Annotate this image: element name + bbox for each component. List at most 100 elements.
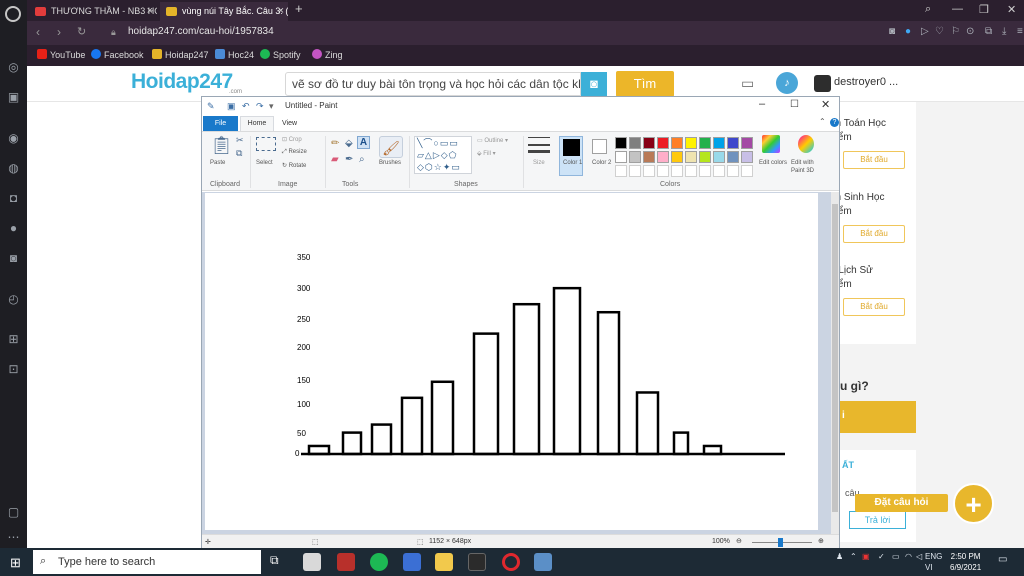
- more-icon[interactable]: ⋯: [6, 530, 21, 545]
- custom-swatch[interactable]: [685, 165, 697, 177]
- palette-swatch[interactable]: [727, 151, 739, 163]
- help-icon[interactable]: ?: [830, 118, 839, 127]
- send-icon[interactable]: ▷: [921, 26, 929, 37]
- palette-swatch[interactable]: [629, 137, 641, 149]
- browser-tab-active[interactable]: vùng núi Tây Bắc. Câu 3: (3 ×: [160, 2, 288, 21]
- history-icon[interactable]: ◴: [6, 292, 21, 307]
- restore-icon[interactable]: ❐: [979, 3, 989, 16]
- custom-swatch[interactable]: [629, 165, 641, 177]
- size-button[interactable]: Size: [533, 160, 545, 166]
- fill-button[interactable]: ⬙ Fill ▾: [477, 150, 496, 157]
- opera-taskbar-icon[interactable]: [502, 553, 520, 571]
- heart-icon[interactable]: ♡: [935, 26, 944, 37]
- bell-icon[interactable]: ♪: [776, 72, 798, 94]
- instagram-icon[interactable]: ◘: [6, 191, 21, 206]
- camera-search-icon[interactable]: ◙: [581, 72, 607, 96]
- palette-swatch[interactable]: [643, 151, 655, 163]
- bookmark-facebook[interactable]: Facebook: [91, 49, 144, 60]
- drawing-canvas[interactable]: 350 300 250 200 150 100 50 0: [205, 193, 818, 530]
- tab-home[interactable]: Home: [240, 116, 274, 131]
- sidebar-settings-icon[interactable]: ▢: [6, 505, 21, 520]
- palette-swatch[interactable]: [685, 137, 697, 149]
- palette-swatch[interactable]: [699, 151, 711, 163]
- volume-icon[interactable]: ◁: [916, 552, 922, 561]
- wallet-icon[interactable]: ▣: [6, 90, 21, 105]
- maximize-icon[interactable]: ☐: [790, 99, 799, 110]
- bookmark-zing[interactable]: Zing: [312, 49, 343, 60]
- crop-button[interactable]: ⊡ Crop: [282, 136, 302, 143]
- messenger-icon[interactable]: ◉: [6, 131, 21, 146]
- palette-swatch[interactable]: [741, 151, 753, 163]
- bookmark-icon[interactable]: ⚐: [951, 26, 960, 37]
- search-tabs-icon[interactable]: ⌕: [925, 3, 931, 16]
- twitter-icon[interactable]: ●: [6, 221, 21, 236]
- forward-icon[interactable]: ›: [57, 25, 61, 39]
- bookmark-spotify[interactable]: Spotify: [260, 49, 301, 60]
- start-button[interactable]: Bắt đầu: [843, 225, 905, 243]
- palette-swatch[interactable]: [713, 151, 725, 163]
- close-icon[interactable]: ×: [278, 2, 284, 21]
- site-logo[interactable]: Hoidap247: [131, 70, 233, 94]
- reload-icon[interactable]: ↻: [77, 25, 86, 38]
- palette-swatch[interactable]: [657, 151, 669, 163]
- camera-icon[interactable]: ◙: [889, 26, 895, 37]
- close-window-icon[interactable]: ✕: [1007, 3, 1016, 16]
- people-icon[interactable]: ♟: [836, 552, 843, 561]
- extensions-icon[interactable]: ⊞: [6, 332, 21, 347]
- username[interactable]: destroyer0 ...: [834, 76, 898, 88]
- tray-chevron-icon[interactable]: ⌃: [850, 552, 857, 561]
- start-button[interactable]: Bắt đầu: [843, 151, 905, 169]
- close-window-icon[interactable]: ✕: [821, 98, 830, 111]
- shield-icon[interactable]: ●: [905, 26, 911, 37]
- downloads-icon[interactable]: ⊡: [6, 362, 21, 377]
- start-button[interactable]: Bắt đầu: [843, 298, 905, 316]
- pencil-icon[interactable]: ✏: [331, 138, 339, 149]
- paint3d-icon[interactable]: [798, 135, 814, 153]
- color-picker-icon[interactable]: ✒: [345, 154, 353, 165]
- zoom-slider-thumb[interactable]: [778, 538, 783, 547]
- chat-icon[interactable]: ▭: [741, 75, 754, 92]
- save-icon[interactable]: ▣: [227, 101, 236, 112]
- resize-button[interactable]: ⤢ Resize: [282, 149, 307, 156]
- customize-quick-access-icon[interactable]: ▾: [269, 101, 274, 112]
- wifi-icon[interactable]: ◠: [905, 552, 912, 561]
- notification-icon[interactable]: ▭: [998, 554, 1007, 565]
- zoom-in-icon[interactable]: ⊕: [818, 537, 824, 545]
- download-icon[interactable]: ⤓: [1002, 26, 1006, 37]
- new-tab-button[interactable]: +: [295, 1, 303, 16]
- check-icon[interactable]: ✓: [878, 552, 885, 561]
- outline-button[interactable]: ▭ Outline ▾: [477, 137, 508, 144]
- minimize-icon[interactable]: –: [759, 98, 765, 110]
- language-indicator[interactable]: ENG VI: [925, 551, 942, 573]
- edit-paint3d-button[interactable]: Edit with Paint 3D: [791, 159, 823, 175]
- file-explorer-icon[interactable]: [435, 553, 453, 571]
- extensions-icon[interactable]: ⧉: [985, 26, 992, 37]
- custom-swatch[interactable]: [657, 165, 669, 177]
- undo-icon[interactable]: ↶: [242, 101, 250, 112]
- antivirus-icon[interactable]: ▣: [862, 552, 870, 561]
- task-view-icon[interactable]: ⧉: [270, 553, 288, 571]
- palette-swatch[interactable]: [699, 137, 711, 149]
- select-icon[interactable]: [256, 137, 276, 151]
- opera-logo-icon[interactable]: [5, 6, 21, 22]
- menu-icon[interactable]: ≡: [1017, 26, 1023, 37]
- paste-button[interactable]: Paste: [210, 160, 225, 166]
- custom-swatch[interactable]: [727, 165, 739, 177]
- close-icon[interactable]: ×: [147, 2, 153, 21]
- color2-button[interactable]: [592, 139, 607, 154]
- bookmark-youtube[interactable]: YouTube: [37, 49, 85, 60]
- bookmark-hoc24[interactable]: Hoc24: [215, 49, 254, 60]
- custom-swatch[interactable]: [741, 165, 753, 177]
- custom-swatch[interactable]: [671, 165, 683, 177]
- palette-swatch[interactable]: [657, 137, 669, 149]
- palette-swatch[interactable]: [615, 137, 627, 149]
- url-field[interactable]: hoidap247.com/cau-hoi/1957834: [128, 26, 274, 37]
- whatsapp-icon[interactable]: ◍: [6, 161, 21, 176]
- edit-colors-button[interactable]: Edit colors: [759, 159, 787, 167]
- palette-swatch[interactable]: [615, 151, 627, 163]
- custom-swatch[interactable]: [615, 165, 627, 177]
- select-button[interactable]: Select: [256, 160, 273, 166]
- snapshot-icon[interactable]: ⊙: [966, 26, 974, 37]
- rotate-button[interactable]: ↻ Rotate: [282, 162, 306, 169]
- cut-icon[interactable]: ✂: [236, 135, 244, 146]
